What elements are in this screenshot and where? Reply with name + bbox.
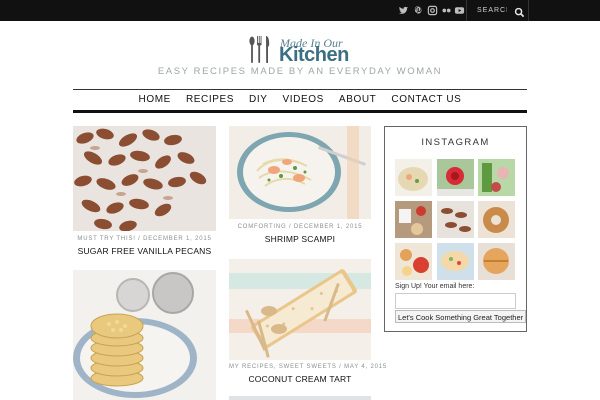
signup-label: Sign Up! Your email here:: [395, 283, 475, 290]
pinterest-icon[interactable]: [413, 5, 424, 16]
youtube-icon[interactable]: [454, 5, 465, 16]
post-meta: COMFORTING / DECEMBER 1, 2015: [237, 224, 363, 230]
instagram-icon[interactable]: [427, 5, 438, 16]
post-meta: MUST TRY THIS! / DECEMBER 1, 2015: [77, 236, 212, 242]
subscribe-button[interactable]: Let's Cook Something Great Together: [395, 310, 526, 323]
site-tagline: EASY RECIPES MADE BY AN EVERYDAY WOMAN: [157, 66, 443, 77]
instagram-photo[interactable]: [437, 159, 474, 196]
post-meta: MY RECIPES, SWEET SWEETS / MAY 4, 2015: [229, 364, 387, 370]
post-image-partial[interactable]: [229, 396, 371, 400]
nav-item-home[interactable]: HOME: [139, 94, 171, 105]
email-field[interactable]: [395, 293, 516, 309]
instagram-photo[interactable]: [437, 243, 474, 280]
post-image-shrimp-scampi[interactable]: [229, 126, 371, 219]
nav-item-recipes[interactable]: RECIPES: [186, 94, 234, 105]
instagram-photo[interactable]: [395, 243, 432, 280]
nav-item-videos[interactable]: VIDEOS: [283, 94, 324, 105]
instagram-photo[interactable]: [437, 201, 474, 238]
post-image-cookies[interactable]: [73, 270, 216, 400]
post-image-pecans[interactable]: [73, 126, 216, 231]
top-bar: [0, 0, 600, 21]
nav-item-diy[interactable]: DIY: [249, 94, 267, 105]
instagram-widget: INSTAGRAM Sign Up! Your email here: Let'…: [384, 126, 527, 332]
instagram-photo[interactable]: [478, 159, 515, 196]
instagram-photo[interactable]: [478, 243, 515, 280]
post-title[interactable]: SUGAR FREE VANILLA PECANS: [73, 246, 216, 256]
post-card: MY RECIPES, SWEET SWEETS / MAY 4, 2015 C…: [229, 259, 387, 389]
post-card: MUST TRY THIS! / DECEMBER 1, 2015 SUGAR …: [73, 126, 216, 260]
post-title[interactable]: COCONUT CREAM TART: [229, 374, 371, 384]
search-input[interactable]: [467, 0, 507, 21]
instagram-photo[interactable]: [395, 159, 432, 196]
logo-main-text: Kitchen: [279, 44, 349, 66]
post-card: [73, 270, 216, 400]
utensils-icon: [249, 36, 270, 63]
main-navigation: HOME RECIPES DIY VIDEOS ABOUT CONTACT US: [73, 89, 527, 113]
search-box: [466, 0, 529, 21]
post-image-coconut-tart[interactable]: [229, 259, 371, 360]
instagram-photo[interactable]: [395, 201, 432, 238]
search-icon[interactable]: [514, 5, 525, 18]
post-card: COMFORTING / DECEMBER 1, 2015 SHRIMP SCA…: [229, 126, 371, 246]
nav-item-contact[interactable]: CONTACT US: [391, 94, 461, 105]
instagram-title: INSTAGRAM: [421, 137, 490, 148]
flickr-icon[interactable]: [441, 5, 452, 16]
instagram-photo[interactable]: [478, 201, 515, 238]
nav-item-about[interactable]: ABOUT: [339, 94, 376, 105]
post-title[interactable]: SHRIMP SCAMPI: [229, 234, 371, 244]
twitter-icon[interactable]: [398, 5, 409, 16]
